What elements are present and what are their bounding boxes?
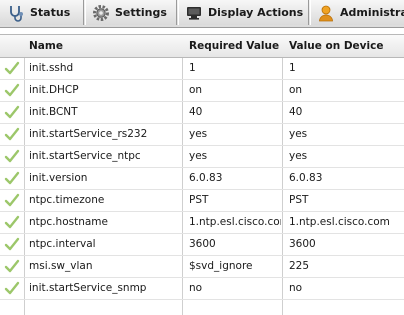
checkmark-icon [4,237,20,251]
table-row[interactable]: ntpc.timezone PST PST [0,190,404,212]
value-on-device: 6.0.83 [289,172,323,184]
required-value: 1 [189,62,196,74]
setting-name: ntpc.interval [29,238,96,250]
table-header: Name Required Value Value on Device [0,35,404,58]
checkmark-icon [4,127,20,141]
required-value: 6.0.83 [189,172,223,184]
table-row[interactable]: ntpc.interval 3600 3600 [0,234,404,256]
required-value: yes [189,128,208,140]
tab-status-label: Status [30,6,71,19]
checkmark-icon [4,259,20,273]
table-row[interactable]: init.startService_rs232 yes yes [0,124,404,146]
setting-name: init.version [29,172,88,184]
tab-administration[interactable]: Administrat [310,0,404,25]
checkmark-icon [4,149,20,163]
required-value: 40 [189,106,203,118]
required-value: yes [189,150,208,162]
value-on-device: 1.ntp.esl.cisco.com [289,216,390,228]
setting-name: init.startService_rs232 [29,128,148,140]
stethoscope-icon [10,5,23,22]
value-on-device: PST [289,194,309,206]
required-value: 1.ntp.esl.cisco.com [189,216,281,228]
required-value: PST [189,194,209,206]
tab-settings[interactable]: Settings [85,0,177,25]
value-on-device: yes [289,150,308,162]
settings-table: Name Required Value Value on Device init… [0,34,404,315]
table-row[interactable]: init.startService_ntpc yes yes [0,146,404,168]
tab-status[interactable]: Status [0,0,84,25]
column-header-required-value[interactable]: Required Value [189,35,281,57]
value-on-device: 40 [289,106,303,118]
table-row[interactable]: init.startService_snmp no no [0,278,404,300]
tab-bar: Status Settings Display Actions Administ… [0,0,404,28]
checkmark-icon [4,83,20,97]
tab-administration-label: Administrat [340,6,404,19]
checkmark-icon [4,215,20,229]
setting-name: msi.sw_vlan [29,260,93,272]
checkmark-icon [4,105,20,119]
value-on-device: 3600 [289,238,316,250]
checkmark-icon [4,61,20,75]
user-icon [319,5,333,21]
setting-name: init.BCNT [29,106,78,118]
tab-display-actions-label: Display Actions [208,6,304,19]
setting-name: init.DHCP [29,84,79,96]
setting-name: init.startService_snmp [29,282,147,294]
column-header-name[interactable]: Name [29,35,181,57]
value-on-device: on [289,84,303,96]
checkmark-icon [4,171,20,185]
value-on-device: 225 [289,260,310,272]
setting-name: ntpc.timezone [29,194,105,206]
setting-name: init.sshd [29,62,74,74]
table-row[interactable]: init.BCNT 40 40 [0,102,404,124]
setting-name: ntpc.hostname [29,216,108,228]
value-on-device: 1 [289,62,296,74]
table-row[interactable]: init.version 6.0.83 6.0.83 [0,168,404,190]
setting-name: init.startService_ntpc [29,150,141,162]
table-row[interactable]: init.sshd 1 1 [0,58,404,80]
tab-display-actions[interactable]: Display Actions [178,0,309,25]
checkmark-icon [4,281,20,295]
checkmark-icon [4,193,20,207]
tab-settings-label: Settings [115,6,167,19]
required-value: on [189,84,203,96]
table-row[interactable]: ntpc.hostname 1.ntp.esl.cisco.com 1.ntp.es… [0,212,404,234]
required-value: $svd_ignore [189,260,253,272]
gear-icon [93,4,109,21]
value-on-device: no [289,282,303,294]
table-row[interactable]: msi.sw_vlan $svd_ignore 225 [0,256,404,278]
value-on-device: yes [289,128,308,140]
required-value: 3600 [189,238,216,250]
required-value: no [189,282,203,294]
column-header-value-on-device[interactable]: Value on Device [289,35,404,57]
table-row[interactable]: init.DHCP on on [0,80,404,102]
monitor-icon [187,6,201,20]
